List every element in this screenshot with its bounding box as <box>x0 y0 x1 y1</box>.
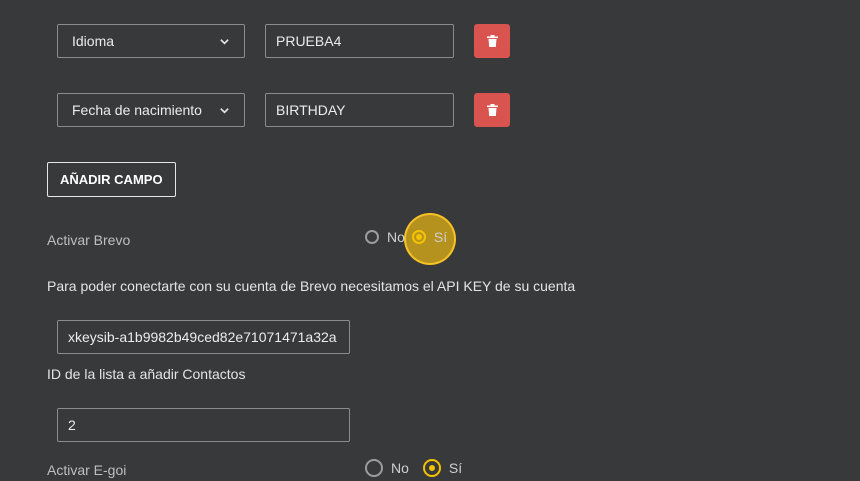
egoi-radio-yes-label: Sí <box>448 460 463 476</box>
trash-icon <box>486 104 498 116</box>
brevo-api-help-text: Para poder conectarte con su cuenta de B… <box>47 278 576 294</box>
brevo-radio-group: No Sí <box>365 229 461 245</box>
egoi-radio-no-label: No <box>391 460 409 476</box>
brevo-radio-no-label: No <box>387 229 405 245</box>
brevo-radio-yes[interactable]: Sí <box>411 229 461 245</box>
field-select-2-value: Fecha de nacimiento <box>72 102 202 118</box>
radio-unchecked-icon <box>365 459 383 477</box>
chevron-down-icon <box>218 104 230 116</box>
field-value-input-1[interactable]: PRUEBA4 <box>265 24 454 58</box>
add-field-button-label: AÑADIR CAMPO <box>60 172 163 187</box>
integrations-settings-page: Idioma PRUEBA4 Fecha de nacimiento BIRTH… <box>0 0 860 481</box>
egoi-radio-yes[interactable]: Sí <box>422 459 476 477</box>
radio-checked-icon <box>422 459 441 477</box>
list-id-value: 2 <box>68 417 76 433</box>
field-select-2[interactable]: Fecha de nacimiento <box>57 93 245 127</box>
field-value-input-1-text: PRUEBA4 <box>276 33 342 49</box>
trash-icon <box>486 35 498 47</box>
field-value-input-2-text: BIRTHDAY <box>276 102 346 118</box>
radio-unchecked-icon <box>365 230 379 244</box>
brevo-radio-no[interactable]: No <box>365 229 419 245</box>
brevo-api-key-input[interactable]: xkeysib-a1b9982b49ced82e71071471a32a <box>57 320 350 354</box>
activate-brevo-label: Activar Brevo <box>47 232 131 248</box>
list-id-input[interactable]: 2 <box>57 408 350 442</box>
field-value-input-2[interactable]: BIRTHDAY <box>265 93 454 127</box>
chevron-down-icon <box>218 35 230 47</box>
radio-checked-icon <box>411 230 426 244</box>
egoi-radio-group: No Sí <box>365 459 476 477</box>
delete-field-button-2[interactable] <box>474 93 510 127</box>
brevo-radio-yes-label: Sí <box>433 229 448 245</box>
brevo-api-key-value: xkeysib-a1b9982b49ced82e71071471a32a <box>68 329 337 345</box>
field-select-1[interactable]: Idioma <box>57 24 245 58</box>
egoi-radio-no[interactable]: No <box>365 459 423 477</box>
delete-field-button-1[interactable] <box>474 24 510 58</box>
list-id-label: ID de la lista a añadir Contactos <box>47 366 246 382</box>
field-select-1-value: Idioma <box>72 33 115 49</box>
add-field-button[interactable]: AÑADIR CAMPO <box>47 162 176 197</box>
activate-egoi-label: Activar E-goi <box>47 462 127 478</box>
